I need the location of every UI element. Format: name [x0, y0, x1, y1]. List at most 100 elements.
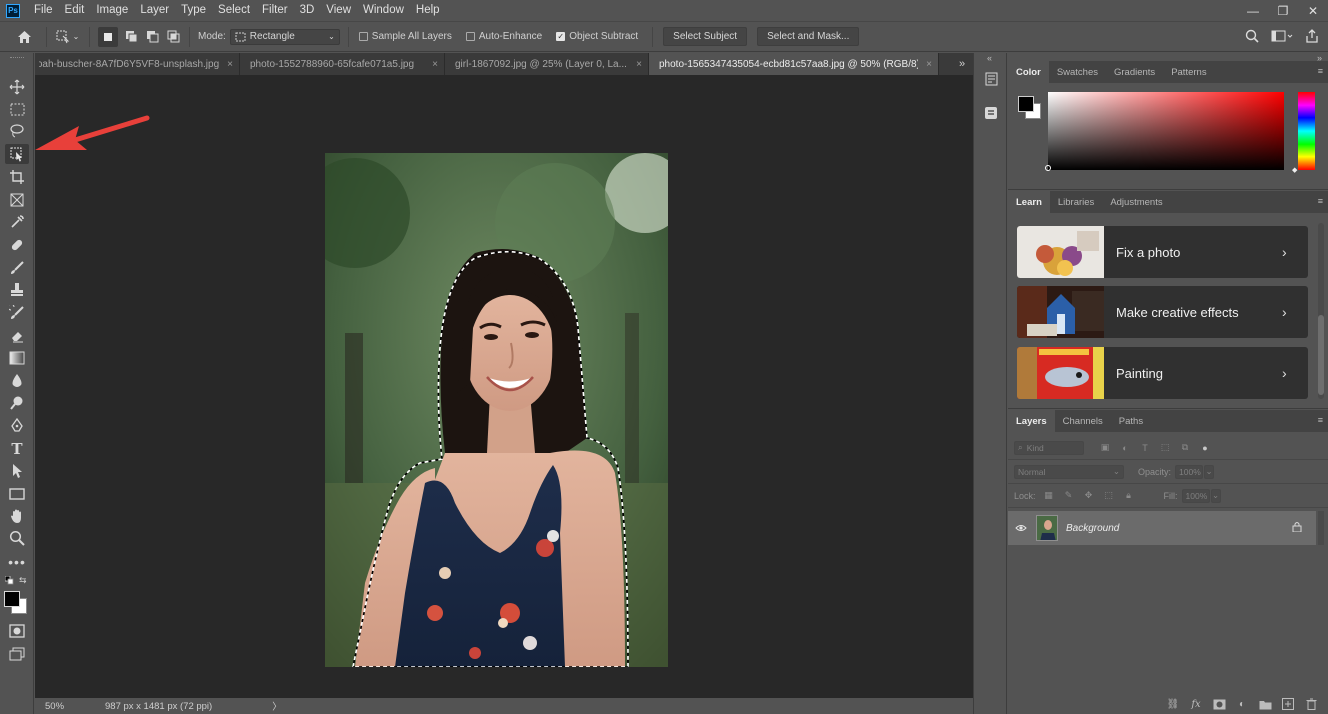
- lock-position-icon[interactable]: ✥: [1082, 489, 1096, 503]
- toolbar-grip[interactable]: [10, 57, 24, 59]
- blend-mode-select[interactable]: Normal ⌄: [1014, 464, 1124, 479]
- close-tab-icon[interactable]: ×: [227, 59, 233, 70]
- layer-lock-icon[interactable]: [1292, 521, 1316, 535]
- menu-type[interactable]: Type: [175, 0, 212, 21]
- filter-type-icon[interactable]: T: [1138, 441, 1152, 455]
- type-tool-icon[interactable]: T: [5, 439, 29, 459]
- tab-learn[interactable]: Learn: [1008, 191, 1050, 213]
- document-tab[interactable]: girl-1867092.jpg @ 25% (Layer 0, La... ×: [445, 53, 649, 75]
- lock-transparent-icon[interactable]: ▦: [1042, 489, 1056, 503]
- quick-mask-icon[interactable]: [5, 621, 29, 641]
- hue-slider[interactable]: [1298, 92, 1315, 170]
- filter-smart-object-icon[interactable]: ⧉: [1178, 441, 1192, 455]
- tab-overflow-icon[interactable]: »: [951, 53, 973, 75]
- checkbox-box[interactable]: [358, 32, 368, 41]
- canvas[interactable]: [35, 75, 973, 698]
- document-tab[interactable]: noah-buscher-8A7fD6Y5VF8-unsplash.jpg ×: [35, 53, 240, 75]
- learn-card-creative-effects[interactable]: Make creative effects ›: [1017, 286, 1308, 338]
- chevron-down-icon[interactable]: ⌄: [1210, 488, 1221, 503]
- layer-kind-filter[interactable]: ⌕ Kind: [1014, 440, 1084, 455]
- document-tab-active[interactable]: photo-1565347435054-ecbd81c57aa8.jpg @ 5…: [649, 53, 939, 75]
- lasso-icon[interactable]: [5, 121, 29, 141]
- photo-canvas[interactable]: [325, 153, 668, 667]
- panel-menu-icon[interactable]: ≡: [1318, 196, 1323, 206]
- filter-adjustment-icon[interactable]: ◐: [1118, 441, 1132, 455]
- default-colors-icon[interactable]: [4, 575, 14, 585]
- add-to-selection-icon[interactable]: [123, 29, 139, 45]
- close-tab-icon[interactable]: ×: [636, 59, 642, 70]
- chevron-down-icon[interactable]: ⌄: [1204, 464, 1215, 479]
- tab-channels[interactable]: Channels: [1055, 410, 1111, 432]
- rectangular-marquee-icon[interactable]: [5, 99, 29, 119]
- fill-input[interactable]: 100%: [1181, 488, 1210, 503]
- swap-colors-icon[interactable]: ⇆: [19, 575, 27, 586]
- tool-preset-icon[interactable]: [55, 29, 71, 45]
- more-tools-icon[interactable]: •••: [5, 552, 29, 572]
- opacity-input[interactable]: 100%: [1175, 464, 1204, 479]
- tab-color[interactable]: Color: [1008, 61, 1049, 83]
- filter-pixel-icon[interactable]: ▣: [1098, 441, 1112, 455]
- blur-icon[interactable]: [5, 371, 29, 391]
- menu-select[interactable]: Select: [212, 0, 256, 21]
- sample-all-layers-checkbox[interactable]: Sample All Layers: [358, 31, 452, 42]
- auto-enhance-checkbox[interactable]: Auto-Enhance: [465, 31, 542, 42]
- panel-menu-icon[interactable]: ≡: [1318, 415, 1323, 425]
- search-icon[interactable]: [1244, 28, 1260, 44]
- subtract-from-selection-icon[interactable]: [144, 29, 160, 45]
- trash-icon[interactable]: [1304, 697, 1318, 711]
- color-picker-cursor[interactable]: [1045, 165, 1051, 171]
- tab-paths[interactable]: Paths: [1111, 410, 1151, 432]
- menu-3d[interactable]: 3D: [294, 0, 321, 21]
- document-tab[interactable]: photo-1552788960-65fcafe071a5.jpg ×: [240, 53, 445, 75]
- menu-edit[interactable]: Edit: [59, 0, 91, 21]
- object-subtract-checkbox[interactable]: ✓ Object Subtract: [556, 31, 638, 42]
- checkbox-box[interactable]: [465, 32, 475, 41]
- intersect-selection-icon[interactable]: [165, 29, 181, 45]
- history-panel-icon[interactable]: [981, 69, 1001, 89]
- menu-help[interactable]: Help: [410, 0, 446, 21]
- healing-brush-icon[interactable]: [5, 235, 29, 255]
- select-and-mask-button[interactable]: Select and Mask...: [757, 27, 860, 46]
- tab-gradients[interactable]: Gradients: [1106, 61, 1163, 83]
- link-layers-icon[interactable]: ⛓: [1166, 697, 1180, 711]
- menu-image[interactable]: Image: [90, 0, 134, 21]
- status-menu-icon[interactable]: 〉: [272, 699, 282, 713]
- eyedropper-icon[interactable]: [5, 212, 29, 232]
- close-tab-icon[interactable]: ×: [926, 59, 932, 70]
- object-selection-tool-icon[interactable]: [5, 144, 29, 164]
- minimize-button[interactable]: —: [1238, 0, 1268, 21]
- layers-scrollbar[interactable]: [1318, 511, 1324, 545]
- clone-stamp-icon[interactable]: [5, 280, 29, 300]
- tab-patterns[interactable]: Patterns: [1163, 61, 1214, 83]
- crop-icon[interactable]: [5, 167, 29, 187]
- frame-icon[interactable]: [5, 190, 29, 210]
- lock-artboard-icon[interactable]: ⬚: [1102, 489, 1116, 503]
- menu-file[interactable]: File: [28, 0, 59, 21]
- pen-icon[interactable]: [5, 416, 29, 436]
- select-subject-button[interactable]: Select Subject: [663, 27, 748, 46]
- layer-name[interactable]: Background: [1066, 523, 1292, 534]
- learn-card-painting[interactable]: Painting ›: [1017, 347, 1308, 399]
- learn-card-fix-photo[interactable]: Fix a photo ›: [1017, 226, 1308, 278]
- hand-icon[interactable]: [5, 506, 29, 526]
- lock-image-icon[interactable]: ✎: [1062, 489, 1076, 503]
- tab-adjustments[interactable]: Adjustments: [1102, 191, 1170, 213]
- new-layer-icon[interactable]: [1281, 697, 1295, 711]
- foreground-color-swatch[interactable]: [1018, 96, 1034, 112]
- color-field[interactable]: [1048, 92, 1284, 170]
- chevron-down-icon[interactable]: ⌄: [71, 29, 81, 45]
- zoom-icon[interactable]: [5, 528, 29, 548]
- visibility-eye-icon[interactable]: [1008, 524, 1034, 532]
- adjustment-layer-icon[interactable]: ◐: [1235, 697, 1249, 711]
- close-button[interactable]: ✕: [1298, 0, 1328, 21]
- collapse-panels-icon[interactable]: «: [987, 53, 992, 63]
- gradient-icon[interactable]: [5, 348, 29, 368]
- history-brush-icon[interactable]: [5, 303, 29, 323]
- lock-all-icon[interactable]: 🔒︎: [1122, 489, 1136, 503]
- screen-mode-icon[interactable]: [5, 644, 29, 664]
- rectangle-shape-icon[interactable]: [5, 484, 29, 504]
- hue-slider-thumb[interactable]: ◆: [1292, 166, 1297, 174]
- close-tab-icon[interactable]: ×: [432, 59, 438, 70]
- layer-row-background[interactable]: Background: [1008, 511, 1316, 545]
- brush-icon[interactable]: [5, 258, 29, 278]
